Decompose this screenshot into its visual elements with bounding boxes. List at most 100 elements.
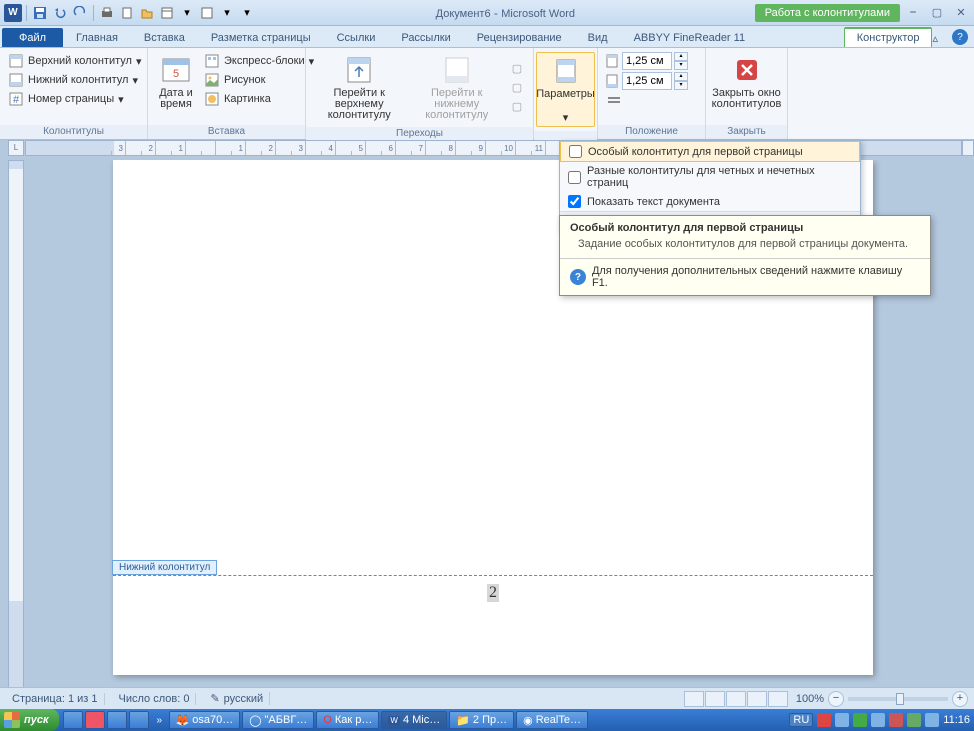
minimize-icon[interactable]: ⎯ (904, 6, 922, 20)
zoom-in-button[interactable]: + (952, 691, 968, 707)
group-label: Колонтитулы (0, 125, 147, 139)
qat-customize-icon[interactable]: ▾ (238, 4, 256, 22)
ql-desktop-icon[interactable] (63, 711, 83, 729)
print-icon[interactable] (98, 4, 116, 22)
redo-icon[interactable] (71, 4, 89, 22)
qat-icon[interactable] (158, 4, 176, 22)
maximize-icon[interactable]: ▢ (928, 6, 946, 20)
align-tab-button[interactable] (604, 92, 688, 110)
view-web[interactable] (726, 691, 746, 707)
spinner[interactable]: ▴▾ (674, 52, 688, 70)
zoom-slider[interactable] (848, 697, 948, 701)
page-number-icon: # (8, 91, 24, 107)
view-print-layout[interactable] (684, 691, 704, 707)
taskbar-item[interactable]: ◯"АБВГ… (242, 711, 314, 729)
qat-dropdown-icon[interactable]: ▾ (178, 4, 196, 22)
checkbox[interactable] (568, 195, 581, 208)
taskbar-item[interactable]: 🦊osa70… (169, 711, 241, 729)
close-icon[interactable]: ✕ (952, 6, 970, 20)
ql-expand-icon[interactable]: » (151, 711, 165, 729)
tab-insert[interactable]: Вставка (131, 28, 198, 47)
taskbar-item[interactable]: ◉RealTe… (516, 711, 588, 729)
tab-review[interactable]: Рецензирование (464, 28, 575, 47)
options-icon (550, 55, 582, 87)
date-time-button[interactable]: 5 Дата и время (154, 52, 198, 112)
status-page[interactable]: Страница: 1 из 1 (6, 693, 105, 705)
view-outline[interactable] (747, 691, 767, 707)
view-draft[interactable] (768, 691, 788, 707)
picture-button[interactable]: Рисунок (202, 71, 316, 89)
footer-label-tab: Нижний колонтитул (112, 560, 217, 575)
page-number-button[interactable]: #Номер страницы ▾ (6, 90, 143, 108)
opt-show-doc-text[interactable]: Показать текст документа (560, 192, 860, 211)
tab-abbyy[interactable]: ABBYY FineReader 11 (621, 28, 759, 47)
options-button[interactable]: Параметры▾ (536, 52, 595, 127)
zoom-out-button[interactable]: − (828, 691, 844, 707)
tray-icon[interactable] (817, 713, 831, 727)
title-bar: W ▾ ▾ ▾ Документ6 - Microsoft Word Работ… (0, 0, 974, 26)
express-blocks-button[interactable]: Экспресс-блоки ▾ (202, 52, 316, 70)
qat-dropdown-2-icon[interactable]: ▾ (218, 4, 236, 22)
tab-view[interactable]: Вид (575, 28, 621, 47)
start-button[interactable]: пуск (0, 709, 59, 731)
group-insert: 5 Дата и время Экспресс-блоки ▾ Рисунок … (148, 48, 306, 139)
clipart-button[interactable]: Картинка (202, 90, 316, 108)
group-label: Вставка (148, 125, 305, 139)
close-header-footer-button[interactable]: Закрыть окно колонтитулов (712, 52, 781, 112)
language-indicator[interactable]: RU (789, 713, 813, 727)
tray-icon[interactable] (871, 713, 885, 727)
align-icon (606, 93, 622, 109)
ruler-toggle-icon[interactable] (962, 140, 974, 156)
header-button[interactable]: Верхний колонтитул ▾ (6, 52, 143, 70)
ribbon-minimize-icon[interactable]: ▵ (932, 32, 938, 45)
help-icon[interactable]: ? (952, 29, 968, 45)
tab-layout[interactable]: Разметка страницы (198, 28, 324, 47)
ql-app-icon[interactable] (129, 711, 149, 729)
separator (26, 5, 27, 21)
next-icon: ▢ (509, 80, 525, 96)
status-proofing[interactable]: ✎русский (204, 692, 270, 705)
footer-distance-input[interactable] (622, 72, 672, 90)
tray-icon[interactable] (835, 713, 849, 727)
taskbar-item[interactable]: 📁2 Пр… (449, 711, 514, 729)
vertical-ruler[interactable] (8, 160, 24, 693)
ql-firefox-icon[interactable] (107, 711, 127, 729)
zoom-value[interactable]: 100% (796, 693, 824, 705)
close-hf-icon (731, 54, 763, 86)
header-distance-input[interactable] (622, 52, 672, 70)
tray-icon[interactable] (889, 713, 903, 727)
goto-header-button[interactable]: Перейти к верхнему колонтитулу (312, 52, 406, 123)
status-words[interactable]: Число слов: 0 (113, 693, 197, 705)
save-icon[interactable] (31, 4, 49, 22)
tab-selector[interactable]: L (8, 140, 24, 156)
tray-icon[interactable] (925, 713, 939, 727)
tab-file[interactable]: Файл (2, 28, 63, 47)
tab-references[interactable]: Ссылки (324, 28, 389, 47)
checkbox[interactable] (568, 171, 581, 184)
undo-icon[interactable] (51, 4, 69, 22)
qat-icon-2[interactable] (198, 4, 216, 22)
open-icon[interactable] (138, 4, 156, 22)
page-number-field[interactable]: 2 (487, 584, 499, 602)
view-full-screen[interactable] (705, 691, 725, 707)
tab-mailings[interactable]: Рассылки (388, 28, 463, 47)
taskbar-item-active[interactable]: W4 Mic… (381, 711, 447, 729)
tab-designer[interactable]: Конструктор (844, 27, 933, 47)
spinner[interactable]: ▴▾ (674, 72, 688, 90)
tray-icon[interactable] (907, 713, 921, 727)
checkbox[interactable] (569, 145, 582, 158)
opt-first-page[interactable]: Особый колонтитул для первой страницы (560, 141, 860, 162)
opt-odd-even[interactable]: Разные колонтитулы для четных и нечетных… (560, 162, 860, 192)
group-navigation: Перейти к верхнему колонтитулу Перейти к… (306, 48, 534, 139)
goto-footer-icon (441, 54, 473, 86)
window-controls: ⎯ ▢ ✕ (904, 6, 970, 20)
clock[interactable]: 11:16 (943, 714, 970, 726)
link-icon: ▢ (509, 99, 525, 115)
footer-button[interactable]: Нижний колонтитул ▾ (6, 71, 143, 89)
new-doc-icon[interactable] (118, 4, 136, 22)
ql-opera-icon[interactable] (85, 711, 105, 729)
tab-home[interactable]: Главная (63, 28, 131, 47)
taskbar-item[interactable]: OКак р… (316, 711, 379, 729)
tray-icon[interactable] (853, 713, 867, 727)
proofing-icon: ✎ (210, 692, 219, 705)
